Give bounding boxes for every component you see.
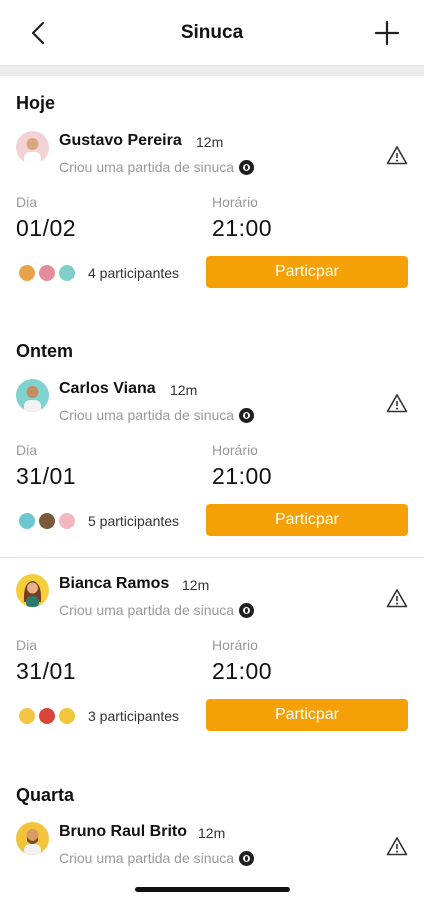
join-button[interactable]: Particpar <box>206 699 408 731</box>
section-title: Hoje <box>16 93 56 113</box>
participant-avatar <box>57 706 77 726</box>
participant-avatar <box>37 263 57 283</box>
warning-icon[interactable] <box>386 588 408 608</box>
subtitle-text: Criou uma partida de sinuca <box>59 159 235 175</box>
user-name[interactable]: Bianca Ramos <box>59 575 169 593</box>
home-indicator[interactable] <box>135 887 290 892</box>
divider <box>0 557 424 558</box>
hour-value: 21:00 <box>212 463 273 489</box>
user-name[interactable]: Bruno Raul Brito <box>59 823 187 841</box>
section-quarta: Quarta Bruno Raul Brito 12m Criou uma pa… <box>0 766 424 900</box>
section-title: Ontem <box>16 341 74 361</box>
participant-avatar <box>17 511 37 531</box>
participant-avatar <box>17 706 37 726</box>
subtitle-text: Criou uma partida de sinuca <box>59 602 235 618</box>
day-label: Dia <box>16 637 38 653</box>
participant-avatars[interactable] <box>17 511 85 531</box>
hour-value: 21:00 <box>212 658 273 684</box>
eight-ball-icon <box>239 850 255 866</box>
section-hoje: Hoje Gustavo Pereira 12m Criou uma parti… <box>0 76 424 324</box>
section-title: Quarta <box>16 785 75 805</box>
participant-avatar <box>37 511 57 531</box>
participant-count[interactable]: 3 participantes <box>88 708 179 724</box>
join-button[interactable]: Particpar <box>206 256 408 288</box>
avatar[interactable] <box>16 574 49 607</box>
avatar[interactable] <box>16 379 49 412</box>
page-title: Sinuca <box>180 21 244 43</box>
section-ontem: Ontem Carlos Viana 12m Criou uma partida… <box>0 324 424 767</box>
warning-icon[interactable] <box>386 145 408 165</box>
post-time: 12m <box>198 825 226 841</box>
warning-icon[interactable] <box>386 836 408 856</box>
post-subtitle: Criou uma partida de sinuca <box>59 850 255 866</box>
eight-ball-icon <box>239 159 255 175</box>
participant-avatar <box>17 263 37 283</box>
post-subtitle: Criou uma partida de sinuca <box>59 159 255 175</box>
post-card: Gustavo Pereira 12m Criou uma partida de… <box>0 131 424 324</box>
day-value: 31/01 <box>16 463 77 489</box>
participant-avatar <box>37 706 57 726</box>
participant-count[interactable]: 5 participantes <box>88 513 179 529</box>
subtitle-text: Criou uma partida de sinuca <box>59 850 235 866</box>
time-label: Horário <box>212 442 258 458</box>
participant-avatars[interactable] <box>17 263 85 283</box>
participant-avatar <box>57 263 77 283</box>
day-label: Dia <box>16 442 38 458</box>
avatar[interactable] <box>16 822 49 855</box>
user-name[interactable]: Gustavo Pereira <box>59 132 182 150</box>
eight-ball-icon <box>239 602 255 618</box>
day-value: 31/01 <box>16 658 77 684</box>
day-value: 01/02 <box>16 215 77 241</box>
post-card: Bianca Ramos 12m Criou uma partida de si… <box>0 574 424 767</box>
chevron-left-icon[interactable] <box>26 19 52 47</box>
post-time: 12m <box>170 382 198 398</box>
warning-icon[interactable] <box>386 393 408 413</box>
subtitle-text: Criou uma partida de sinuca <box>59 407 235 423</box>
avatar[interactable] <box>16 131 49 164</box>
participant-avatar <box>57 511 77 531</box>
time-label: Horário <box>212 194 258 210</box>
user-name[interactable]: Carlos Viana <box>59 380 156 398</box>
participant-avatars[interactable] <box>17 706 85 726</box>
post-card: Carlos Viana 12m Criou uma partida de si… <box>0 379 424 572</box>
eight-ball-icon <box>239 407 255 423</box>
top-bar: Sinuca <box>0 0 424 66</box>
post-time: 12m <box>196 134 224 150</box>
post-subtitle: Criou uma partida de sinuca <box>59 407 255 423</box>
join-button[interactable]: Particpar <box>206 504 408 536</box>
post-subtitle: Criou uma partida de sinuca <box>59 602 255 618</box>
time-label: Horário <box>212 637 258 653</box>
hour-value: 21:00 <box>212 215 273 241</box>
day-label: Dia <box>16 194 38 210</box>
participant-count[interactable]: 4 participantes <box>88 265 179 281</box>
post-time: 12m <box>182 577 210 593</box>
plus-icon[interactable] <box>374 20 400 46</box>
